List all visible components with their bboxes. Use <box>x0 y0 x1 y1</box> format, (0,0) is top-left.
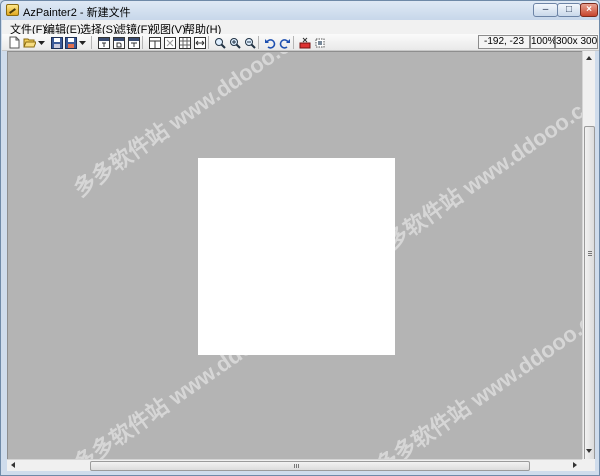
grid-icon[interactable] <box>178 36 191 49</box>
save-as-icon[interactable] <box>64 36 77 49</box>
zoom-in-icon[interactable] <box>228 36 241 49</box>
title-bar[interactable]: AzPainter2 - 新建文件 – □ × <box>1 1 599 20</box>
close-button[interactable]: × <box>580 3 598 17</box>
window-panel-icon[interactable] <box>127 36 140 49</box>
new-file-icon[interactable] <box>8 36 21 49</box>
undo-icon[interactable] <box>263 36 276 49</box>
grip-icon <box>298 464 299 468</box>
toolbar-separator <box>142 36 143 49</box>
zoom-out-icon[interactable] <box>243 36 256 49</box>
scroll-up-icon[interactable] <box>586 56 592 60</box>
scroll-down-icon[interactable] <box>586 449 592 453</box>
palette-icon[interactable] <box>298 36 311 49</box>
grip-icon <box>296 464 297 468</box>
redo-icon[interactable] <box>278 36 291 49</box>
open-folder-icon[interactable] <box>23 36 36 49</box>
horizontal-scroll-thumb[interactable] <box>90 461 530 471</box>
grip-icon <box>294 464 295 468</box>
toolbar-separator <box>91 36 92 49</box>
scroll-right-icon[interactable] <box>573 462 577 468</box>
image-size: 300x 300 <box>555 35 598 49</box>
cursor-coords: -192, -23 <box>478 35 530 49</box>
window-title: AzPainter2 - 新建文件 <box>23 7 131 19</box>
scroll-left-icon[interactable] <box>11 462 15 468</box>
image-canvas[interactable] <box>198 158 395 355</box>
canvas-area[interactable]: 多多软件站 www.ddooo.com 多多软件站 www.ddooo.com … <box>7 51 582 459</box>
maximize-button[interactable]: □ <box>557 3 581 17</box>
brush-icon[interactable] <box>313 36 326 49</box>
minimize-button[interactable]: – <box>533 3 558 17</box>
grip-icon <box>588 255 592 256</box>
menu-bar: 文件(F) 编辑(E) 选择(S) 滤镜(F) 视图(V) 帮助(H) <box>2 20 599 36</box>
layout-icon[interactable] <box>148 36 161 49</box>
vertical-scroll-thumb[interactable] <box>584 126 595 462</box>
dropdown-arrow-icon[interactable] <box>78 36 86 49</box>
app-window: AzPainter2 - 新建文件 – □ × 文件(F) 编辑(E) 选择(S… <box>0 0 600 476</box>
vertical-scrollbar[interactable] <box>582 51 595 462</box>
horizontal-scrollbar[interactable] <box>7 459 582 471</box>
toolbar-separator <box>293 36 294 49</box>
toolbar-separator <box>208 36 209 49</box>
grip-icon <box>588 251 592 252</box>
window-panel-icon[interactable] <box>112 36 125 49</box>
grid-icon[interactable] <box>163 36 176 49</box>
scrollbar-corner <box>582 459 595 471</box>
grip-icon <box>588 253 592 254</box>
save-icon[interactable] <box>50 36 63 49</box>
fit-width-icon[interactable] <box>193 36 206 49</box>
watermark-text: 多多软件站 www.ddooo.com <box>370 291 582 459</box>
dropdown-arrow-icon[interactable] <box>37 36 45 49</box>
toolbar-separator <box>258 36 259 49</box>
zoom-icon[interactable] <box>213 36 226 49</box>
toolbar: -192, -23 100% 300x 300 <box>2 34 599 51</box>
window-panel-icon[interactable] <box>97 36 110 49</box>
app-icon <box>6 4 19 16</box>
zoom-level: 100% <box>530 35 557 49</box>
